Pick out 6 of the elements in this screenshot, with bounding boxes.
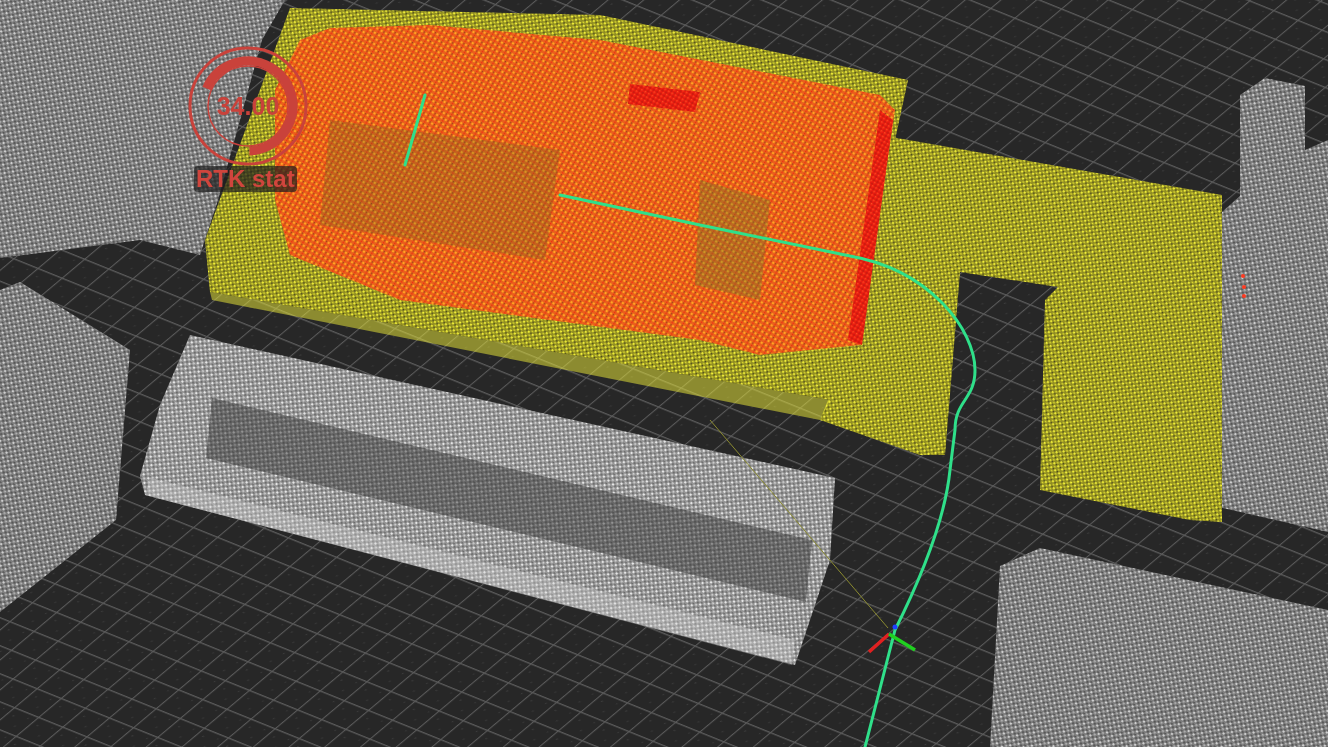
point-marker (1242, 294, 1246, 298)
point-marker (1242, 285, 1246, 289)
gauge-value: 34.00 (216, 93, 280, 119)
gauge-label: RTK stat (194, 166, 297, 192)
point-marker (1241, 274, 1245, 278)
axis-marker (867, 624, 916, 654)
